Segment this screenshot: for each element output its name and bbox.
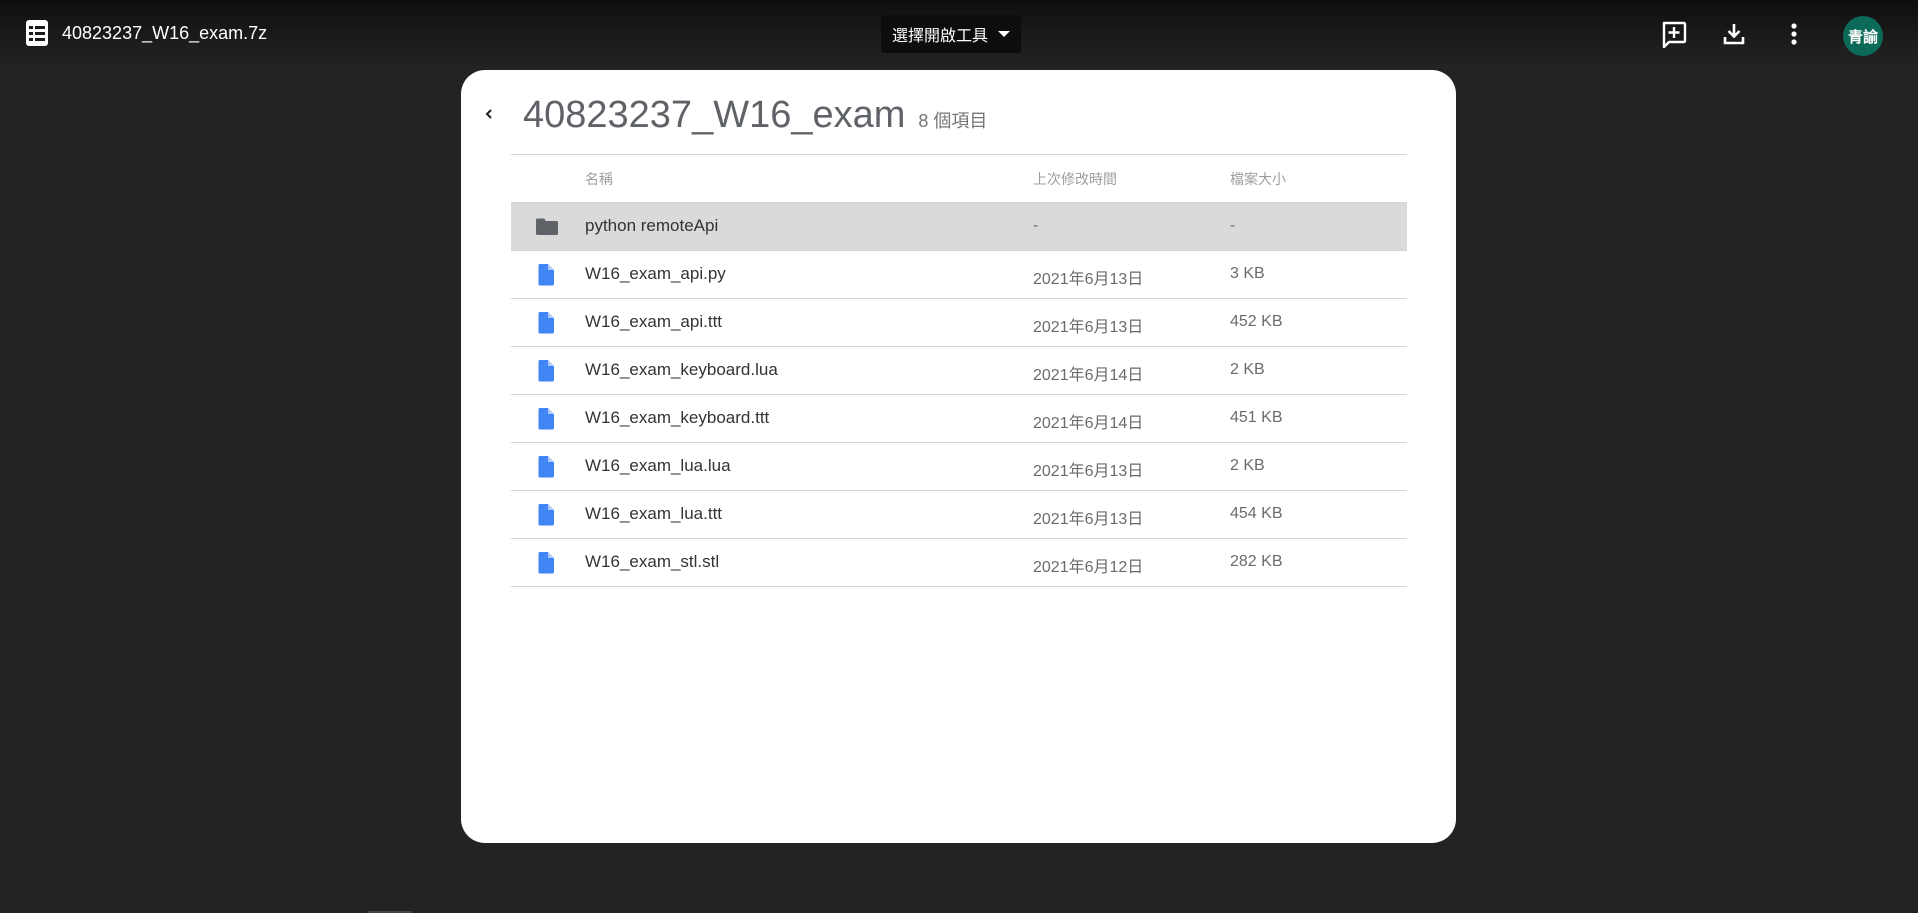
file-size: 452 KB (1230, 313, 1283, 330)
table-row[interactable]: W16_exam_stl.stl 2021年6月12日 282 KB (511, 538, 1407, 587)
item-count: 8 個項目 (918, 111, 988, 131)
top-bar: 40823237_W16_exam.7z 選擇開啟工具 青諭 (0, 0, 1918, 68)
file-size: - (1230, 217, 1236, 234)
add-to-drive-icon (1662, 21, 1687, 48)
table-row[interactable]: python remoteApi - - (511, 202, 1407, 250)
file-name: W16_exam_keyboard.lua (585, 360, 778, 379)
file-icon (538, 552, 554, 574)
file-name: W16_exam_api.py (585, 264, 726, 283)
file-size: 3 KB (1230, 265, 1265, 282)
column-header-modified[interactable]: 上次修改時間 (1033, 169, 1117, 189)
table-row[interactable]: W16_exam_lua.ttt 2021年6月13日 454 KB (511, 490, 1407, 538)
file-name: W16_exam_lua.lua (585, 456, 731, 475)
file-modified: 2021年6月12日 (1033, 559, 1144, 576)
column-header-size[interactable]: 檔案大小 (1230, 169, 1286, 189)
more-vert-icon (1791, 23, 1797, 45)
file-modified: 2021年6月13日 (1033, 463, 1144, 480)
file-icon (538, 408, 554, 430)
file-name: W16_exam_lua.ttt (585, 504, 723, 523)
table-row[interactable]: W16_exam_lua.lua 2021年6月13日 2 KB (511, 442, 1407, 490)
download-button[interactable] (1720, 20, 1748, 48)
file-icon (538, 504, 554, 526)
back-button[interactable] (479, 104, 499, 124)
file-title: 40823237_W16_exam.7z (62, 22, 268, 43)
chevron-left-icon (485, 109, 492, 119)
file-size: 451 KB (1230, 409, 1283, 426)
file-icon (538, 456, 554, 478)
open-with-label: 選擇開啟工具 (891, 28, 988, 45)
add-to-drive-button[interactable] (1660, 20, 1688, 48)
archive-viewer-panel: 40823237_W16_exam 8 個項目 名稱 上次修改時間 檔案大小 p… (461, 70, 1456, 843)
file-size: 282 KB (1230, 553, 1283, 570)
open-with-button[interactable]: 選擇開啟工具 (881, 15, 1021, 53)
doc-list-icon (26, 20, 48, 46)
chevron-down-icon (998, 31, 1010, 37)
file-icon (538, 312, 554, 334)
avatar[interactable]: 青諭 (1843, 16, 1883, 56)
table-row[interactable]: W16_exam_api.ttt 2021年6月13日 452 KB (511, 298, 1407, 346)
file-size: 2 KB (1230, 457, 1265, 474)
file-size: 454 KB (1230, 505, 1283, 522)
column-header-name[interactable]: 名稱 (585, 169, 613, 189)
file-modified: 2021年6月13日 (1033, 511, 1144, 528)
table-row[interactable]: W16_exam_api.py 2021年6月13日 3 KB (511, 250, 1407, 298)
file-modified: 2021年6月13日 (1033, 319, 1144, 336)
file-name: python remoteApi (585, 216, 719, 235)
download-icon (1723, 24, 1745, 45)
file-name: W16_exam_stl.stl (585, 552, 720, 571)
file-icon (538, 360, 554, 382)
file-table: 名稱 上次修改時間 檔案大小 python remoteApi - - W16_… (511, 154, 1407, 587)
file-icon (538, 264, 554, 286)
file-name: W16_exam_api.ttt (585, 312, 723, 331)
file-modified: 2021年6月14日 (1033, 367, 1144, 384)
folder-icon (536, 218, 558, 235)
folder-name: 40823237_W16_exam (523, 94, 906, 136)
file-modified: 2021年6月13日 (1033, 271, 1144, 288)
table-row[interactable]: W16_exam_keyboard.lua 2021年6月14日 2 KB (511, 346, 1407, 394)
page-title: 40823237_W16_exam 8 個項目 (523, 94, 987, 137)
table-row[interactable]: W16_exam_keyboard.ttt 2021年6月14日 451 KB (511, 394, 1407, 442)
file-size: 2 KB (1230, 361, 1265, 378)
table-header: 名稱 上次修改時間 檔案大小 (511, 155, 1407, 202)
more-options-button[interactable] (1780, 20, 1808, 48)
file-name: W16_exam_keyboard.ttt (585, 408, 770, 427)
file-info: 40823237_W16_exam.7z (26, 20, 267, 46)
file-modified: 2021年6月14日 (1033, 415, 1144, 432)
file-modified: - (1033, 217, 1039, 234)
